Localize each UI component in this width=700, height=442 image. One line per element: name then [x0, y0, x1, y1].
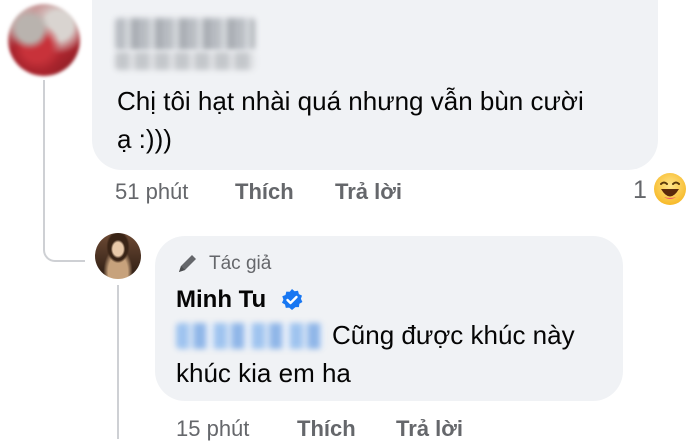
- reply-text-line1: Cũng được khúc này: [332, 320, 575, 350]
- reply-reply-button[interactable]: Trả lời: [396, 416, 463, 442]
- reply-like-button[interactable]: Thích: [297, 416, 356, 442]
- reply-text-line2: khúc kia em ha: [176, 358, 351, 388]
- author-badge-label: Tác giả: [209, 253, 272, 274]
- comment-text-line2: ạ :))): [117, 124, 172, 154]
- blurred-commenter-name[interactable]: [115, 18, 255, 50]
- commenter-avatar[interactable]: [8, 4, 80, 76]
- pencil-icon: [176, 251, 200, 275]
- thread-line-reply: [117, 285, 119, 439]
- blurred-commenter-subname: [115, 52, 255, 70]
- laughing-emoji-icon[interactable]: [653, 172, 687, 206]
- thread-line-vertical: [43, 80, 45, 250]
- comment-text-line1: Chị tôi hạt nhài quá nhưng vẫn bùn cười: [117, 86, 584, 116]
- reply-time[interactable]: 15 phút: [176, 416, 249, 442]
- reply-button[interactable]: Trả lời: [335, 179, 402, 205]
- thread-line-curve: [43, 248, 85, 262]
- reaction-count[interactable]: 1: [633, 176, 647, 205]
- blurred-mention-name[interactable]: [176, 323, 324, 349]
- like-button[interactable]: Thích: [235, 179, 294, 205]
- comment-time[interactable]: 51 phút: [115, 179, 188, 205]
- author-avatar[interactable]: [95, 233, 141, 279]
- author-name[interactable]: Minh Tu: [176, 286, 266, 314]
- verified-check-icon: [280, 288, 304, 312]
